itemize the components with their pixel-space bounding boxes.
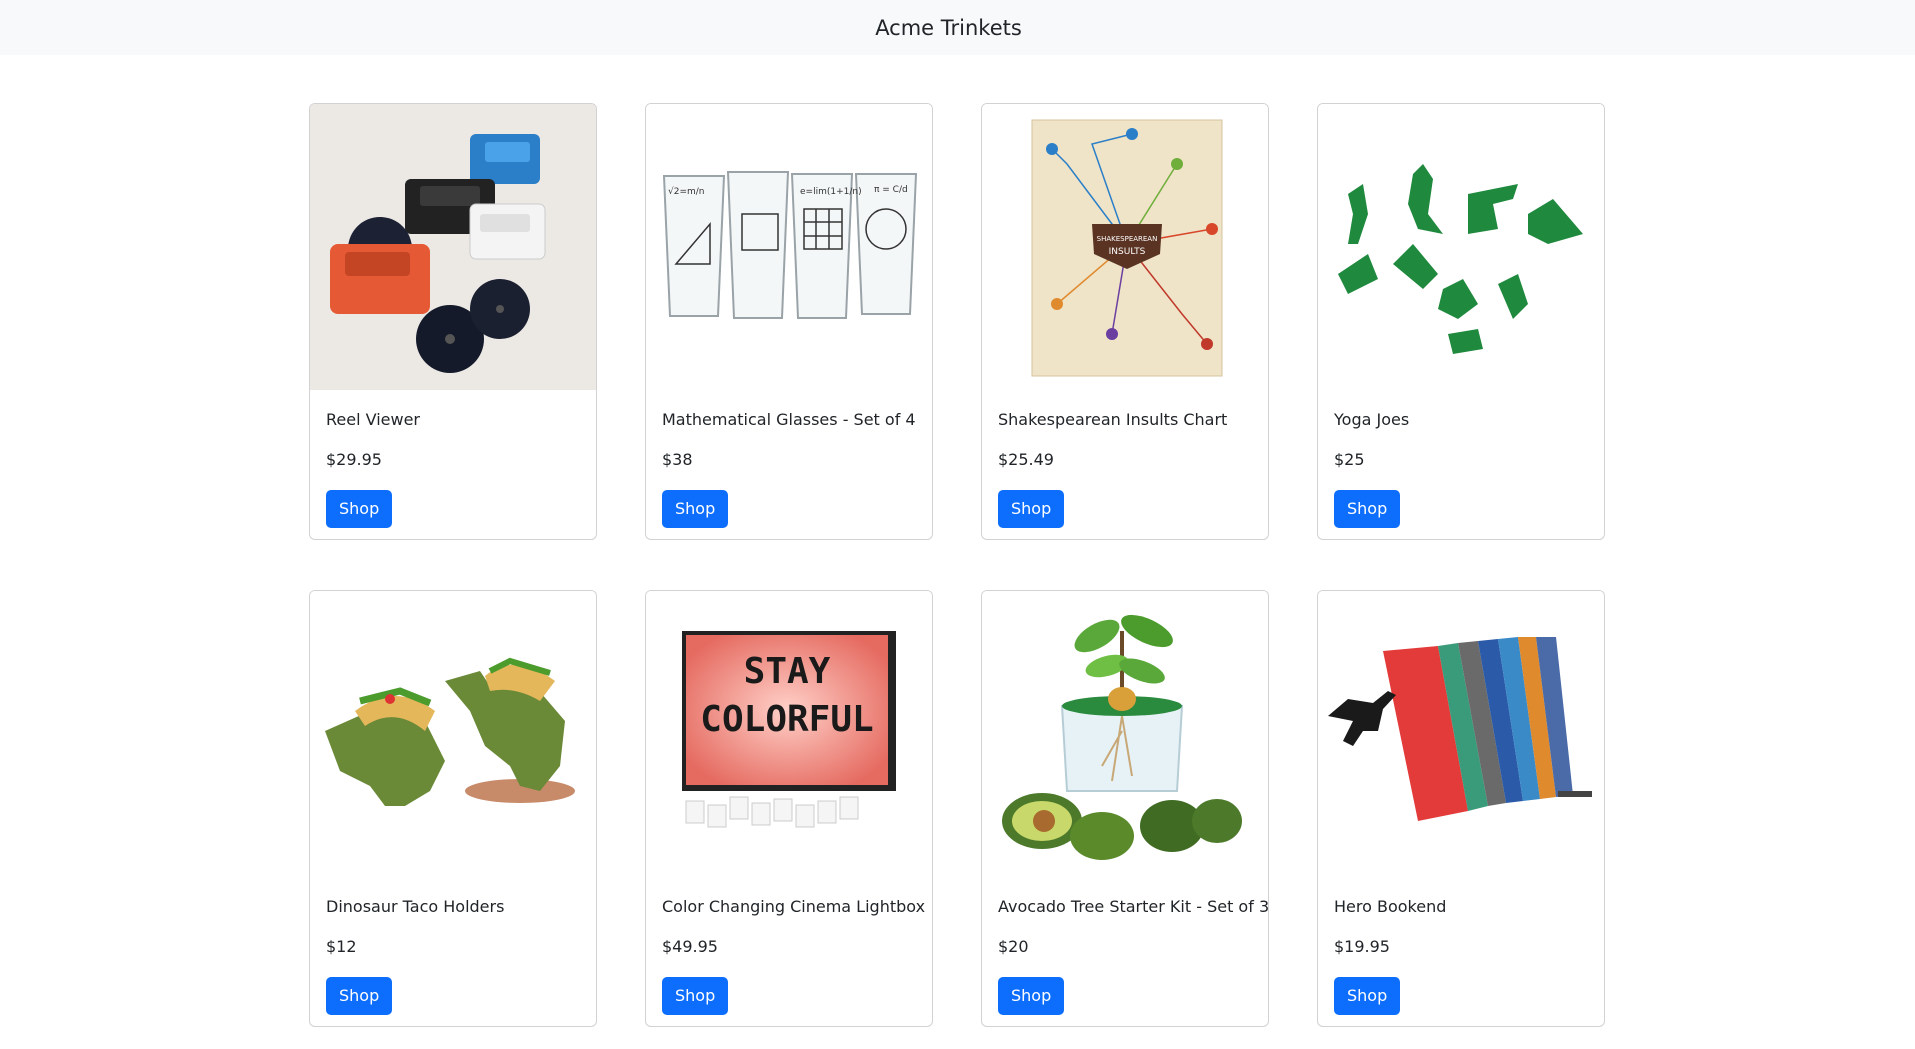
- product-title: Reel Viewer: [326, 410, 421, 429]
- avocado-kit-image: [982, 591, 1268, 877]
- shop-button[interactable]: Shop: [662, 977, 729, 1015]
- svg-text:STAY: STAY: [744, 651, 831, 692]
- product-title: Shakespearean Insults Chart: [998, 410, 1228, 429]
- brand-title[interactable]: Acme Trinkets: [875, 16, 1040, 40]
- svg-text:SHAKESPEAREAN: SHAKESPEAREAN: [1097, 235, 1158, 243]
- dino-taco-image: [310, 591, 596, 877]
- math-glasses-image: √2=m/n e=lim(1+1/n) π = C/d: [646, 104, 932, 390]
- product-price: $49.95: [662, 937, 718, 956]
- product-title: Color Changing Cinema Lightbox: [662, 897, 926, 916]
- reel-viewer-image: [310, 104, 596, 390]
- product-title: Hero Bookend: [1334, 897, 1447, 916]
- shop-button[interactable]: Shop: [1334, 977, 1401, 1015]
- lightbox-image: STAY COLORFUL: [646, 591, 932, 877]
- product-title: Mathematical Glasses - Set of 4: [662, 410, 916, 429]
- shop-button[interactable]: Shop: [998, 490, 1065, 528]
- navbar: Acme Trinkets: [0, 0, 1915, 55]
- product-card: Dinosaur Taco Holders $12 Shop: [309, 590, 597, 1027]
- product-price: $38: [662, 450, 693, 469]
- product-title: Dinosaur Taco Holders: [326, 897, 505, 916]
- product-price: $25.49: [998, 450, 1054, 469]
- shop-button[interactable]: Shop: [326, 977, 393, 1015]
- shop-button[interactable]: Shop: [1334, 490, 1401, 528]
- product-card: STAY COLORFUL Color Changing Cinema Ligh…: [645, 590, 933, 1027]
- product-card: Avocado Tree Starter Kit - Set of 3 $20 …: [981, 590, 1269, 1027]
- product-card: SHAKESPEAREAN INSULTS Shakespearean Insu…: [981, 103, 1269, 540]
- product-grid: Reel Viewer $29.95 Shop √2=m/n e=lim(1+1…: [309, 103, 1605, 1027]
- product-price: $12: [326, 937, 357, 956]
- product-price: $25: [1334, 450, 1365, 469]
- shop-button[interactable]: Shop: [662, 490, 729, 528]
- product-price: $19.95: [1334, 937, 1390, 956]
- product-title: Yoga Joes: [1334, 410, 1410, 429]
- svg-text:COLORFUL: COLORFUL: [700, 699, 873, 740]
- insults-chart-image: SHAKESPEAREAN INSULTS: [982, 104, 1268, 390]
- svg-text:π = C/d: π = C/d: [874, 185, 908, 195]
- shop-button[interactable]: Shop: [326, 490, 393, 528]
- svg-text:INSULTS: INSULTS: [1109, 247, 1146, 257]
- yoga-joes-image: [1318, 104, 1604, 390]
- product-price: $29.95: [326, 450, 382, 469]
- svg-text:e=lim(1+1/n): e=lim(1+1/n): [800, 187, 862, 197]
- product-card: Reel Viewer $29.95 Shop: [309, 103, 597, 540]
- shop-button[interactable]: Shop: [998, 977, 1065, 1015]
- svg-text:√2=m/n: √2=m/n: [668, 186, 705, 197]
- product-price: $20: [998, 937, 1029, 956]
- product-card: Hero Bookend $19.95 Shop: [1317, 590, 1605, 1027]
- product-card: √2=m/n e=lim(1+1/n) π = C/d Mathematical…: [645, 103, 933, 540]
- product-card: Yoga Joes $25 Shop: [1317, 103, 1605, 540]
- product-title: Avocado Tree Starter Kit - Set of 3: [998, 897, 1269, 916]
- hero-bookend-image: [1318, 591, 1604, 877]
